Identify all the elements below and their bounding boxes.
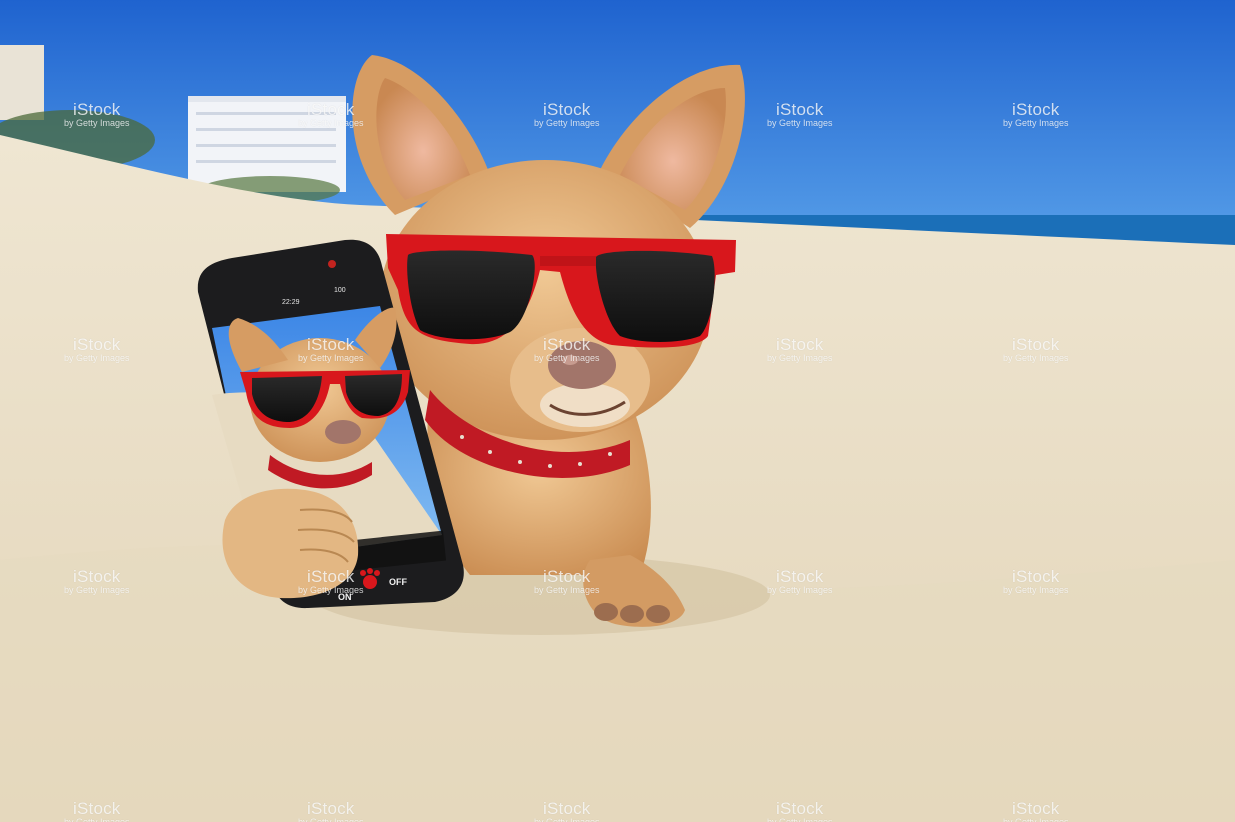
scene-artwork	[0, 0, 1235, 822]
dog-left-paw	[222, 488, 359, 599]
dog-nose	[548, 341, 616, 389]
camera-on-label: ON	[338, 592, 352, 602]
photo-scene: 22:29 100 ON OFF iStock by Getty Images i…	[0, 0, 1235, 822]
phone-status-battery: 100	[334, 287, 346, 294]
phone-status-time: 22:29	[282, 299, 300, 306]
dog-chin	[540, 383, 630, 427]
phone-front-camera	[328, 260, 336, 268]
camera-off-label: OFF	[389, 577, 407, 587]
sunglasses-left-lens	[407, 250, 535, 340]
left-building	[0, 45, 44, 120]
